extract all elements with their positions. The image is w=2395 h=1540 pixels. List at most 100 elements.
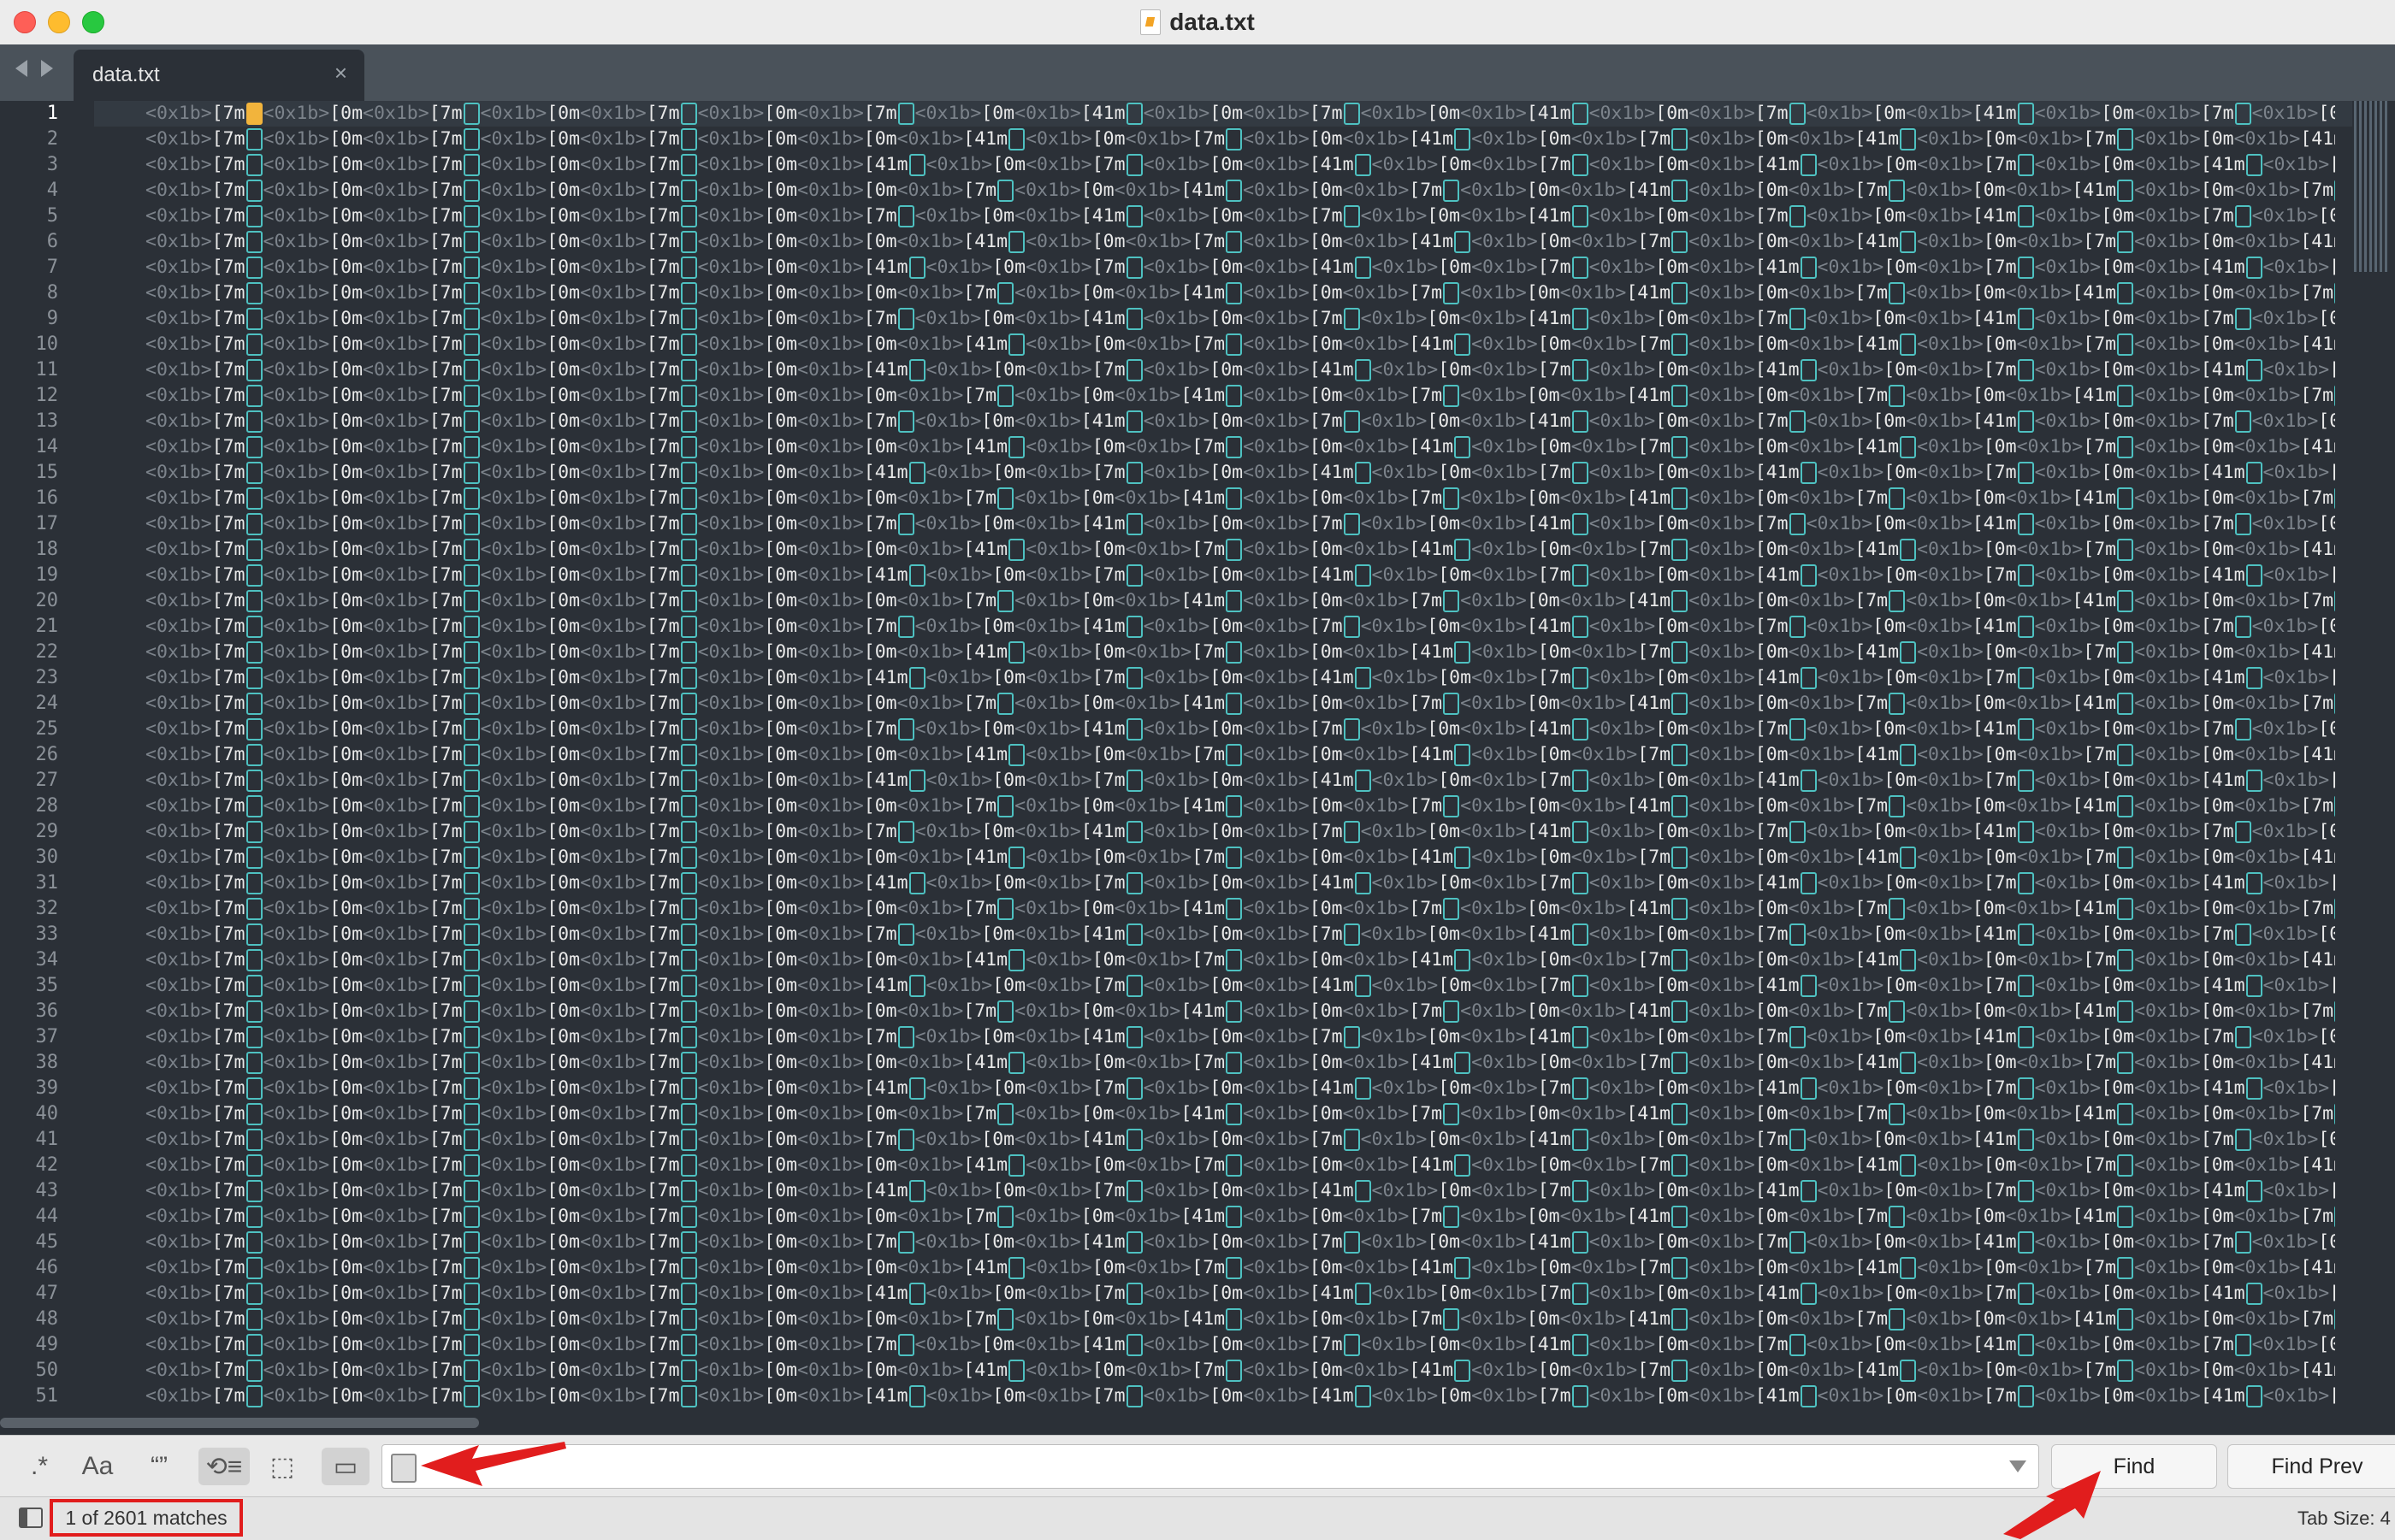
match-highlight [997, 1308, 1014, 1331]
match-highlight [463, 1385, 480, 1407]
escape-token: <0x1b> [925, 1077, 993, 1099]
line-number: 32 [35, 898, 59, 919]
ansi-code: [0m [764, 180, 798, 201]
editor-area[interactable]: 1 2 3 4 5 6 7 8 9 10 11 12 13 14 15 16 17 18 19 20 21 22 23 24 2… [0, 101, 2395, 1435]
match-highlight [2245, 564, 2262, 587]
escape-token: <0x1b> [1243, 1231, 1310, 1253]
regex-toggle[interactable]: .* [21, 1448, 58, 1485]
escape-token: <0x1b> [1143, 359, 1210, 381]
ansi-code: [0m [329, 128, 364, 150]
ansi-code: [0m [863, 1360, 897, 1381]
ansi-code: [7m [1983, 564, 2017, 586]
code-line: <0x1b>[7m <0x1b>[0m<0x1b>[7m <0x1b>[0m<0x1… [145, 845, 2335, 870]
escape-token: <0x1b> [145, 795, 212, 817]
escape-token: <0x1b> [363, 744, 429, 765]
escape-token: <0x1b> [2251, 1026, 2319, 1047]
ansi-code: [41m [1754, 1077, 1800, 1099]
ansi-code: [41m [1080, 1129, 1126, 1150]
ansi-code: [41m [2300, 1154, 2335, 1176]
ansi-code: [7m [1854, 1000, 1889, 1022]
match-highlight [2017, 1334, 2034, 1356]
tab-size-selector[interactable]: Tab Size: 4 [2297, 1508, 2391, 1530]
match-highlight [463, 616, 480, 638]
escape-token: <0x1b> [1906, 590, 1972, 611]
escape-token: <0x1b> [1243, 308, 1310, 329]
ansi-code: [7m [2083, 1154, 2117, 1176]
match-highlight [1343, 1026, 1360, 1048]
escape-token: <0x1b> [797, 898, 864, 919]
escape-token: <0x1b> [1471, 128, 1538, 150]
sidebar-toggle-icon[interactable] [19, 1508, 43, 1528]
line-number: 15 [35, 462, 59, 483]
ansi-code: [0m [992, 1077, 1026, 1099]
escape-token: <0x1b> [2034, 1129, 2102, 1150]
ansi-code: [7m [429, 1000, 463, 1022]
match-highlight [1671, 1308, 1688, 1331]
ansi-code: [7m [1091, 667, 1126, 688]
escape-token: <0x1b> [797, 949, 864, 971]
horizontal-scrollbar[interactable] [0, 1418, 479, 1428]
ansi-code: [0m [992, 975, 1026, 996]
escape-token: <0x1b> [1342, 385, 1410, 406]
ansi-code: [7m [211, 385, 245, 406]
escape-token: <0x1b> [263, 231, 330, 252]
ansi-code: [7m [1754, 1026, 1789, 1047]
highlight-matches-toggle[interactable]: ▭ [322, 1448, 370, 1485]
match-highlight [1354, 359, 1371, 381]
tab-data-txt[interactable]: data.txt × [74, 50, 364, 101]
ansi-code: [0m [863, 385, 897, 406]
match-highlight [2245, 257, 2262, 279]
ansi-code: [41m [1409, 128, 1454, 150]
ansi-code: [41m [1526, 616, 1571, 637]
escape-token: <0x1b> [697, 1077, 765, 1099]
line-number: 29 [35, 821, 59, 842]
next-tab-arrow-icon[interactable] [41, 60, 53, 77]
ansi-code: [0m [2200, 128, 2234, 150]
escape-token: <0x1b> [2016, 539, 2084, 560]
ansi-code: [0m [2318, 1231, 2335, 1253]
case-sensitive-toggle[interactable]: Aa [79, 1448, 116, 1485]
escape-token: <0x1b> [1243, 1257, 1310, 1278]
ansi-code: [0m [547, 1129, 581, 1150]
escape-token: <0x1b> [1026, 949, 1092, 971]
whole-word-toggle[interactable]: “” [140, 1448, 178, 1485]
ansi-code: [0m [1754, 693, 1789, 714]
ansi-code: [41m [2300, 847, 2335, 868]
ansi-code: [7m [1637, 333, 1671, 355]
ansi-code: [41m [1080, 718, 1126, 740]
ansi-code: [7m [429, 847, 463, 868]
ansi-code: [41m [1854, 847, 1900, 868]
ansi-code: [7m [429, 770, 463, 791]
ansi-code: [0m [329, 564, 364, 586]
ansi-code: [7m [429, 128, 463, 150]
escape-token: <0x1b> [2251, 513, 2319, 534]
escape-token: <0x1b> [1143, 308, 1210, 329]
ansi-code: [0m [2200, 949, 2234, 971]
escape-token: <0x1b> [480, 795, 547, 817]
escape-token: <0x1b> [1125, 333, 1192, 355]
escape-token: <0x1b> [2034, 462, 2102, 483]
match-highlight [1343, 205, 1360, 227]
find-prev-button[interactable]: Find Prev [2227, 1444, 2395, 1489]
escape-token: <0x1b> [1360, 1334, 1428, 1355]
previous-tab-arrow-icon[interactable] [15, 60, 27, 77]
escape-token: <0x1b> [2034, 308, 2102, 329]
ansi-code: [0m [329, 693, 364, 714]
line-number: 11 [35, 359, 59, 381]
ansi-code: [0m [764, 487, 798, 509]
close-tab-icon[interactable]: × [334, 62, 347, 84]
match-highlight [2117, 436, 2134, 458]
match-highlight [680, 821, 697, 843]
escape-token: <0x1b> [1243, 282, 1310, 304]
wrap-toggle[interactable]: ⟲≡ [198, 1448, 250, 1485]
code-line: <0x1b>[7m <0x1b>[0m<0x1b>[7m <0x1b>[0m<0x1… [145, 127, 2335, 152]
ansi-code: [0m [764, 282, 798, 304]
in-selection-toggle[interactable]: ⬚ [263, 1448, 301, 1485]
escape-token: <0x1b> [363, 718, 429, 740]
code-line: <0x1b>[7m <0x1b>[0m<0x1b>[7m <0x1b>[0m<0x1… [145, 768, 2335, 794]
match-highlight [1889, 1206, 1906, 1228]
match-highlight [1671, 1052, 1688, 1074]
match-highlight [1671, 180, 1688, 202]
find-input[interactable] [423, 1445, 2035, 1486]
minimap[interactable] [2354, 101, 2390, 272]
